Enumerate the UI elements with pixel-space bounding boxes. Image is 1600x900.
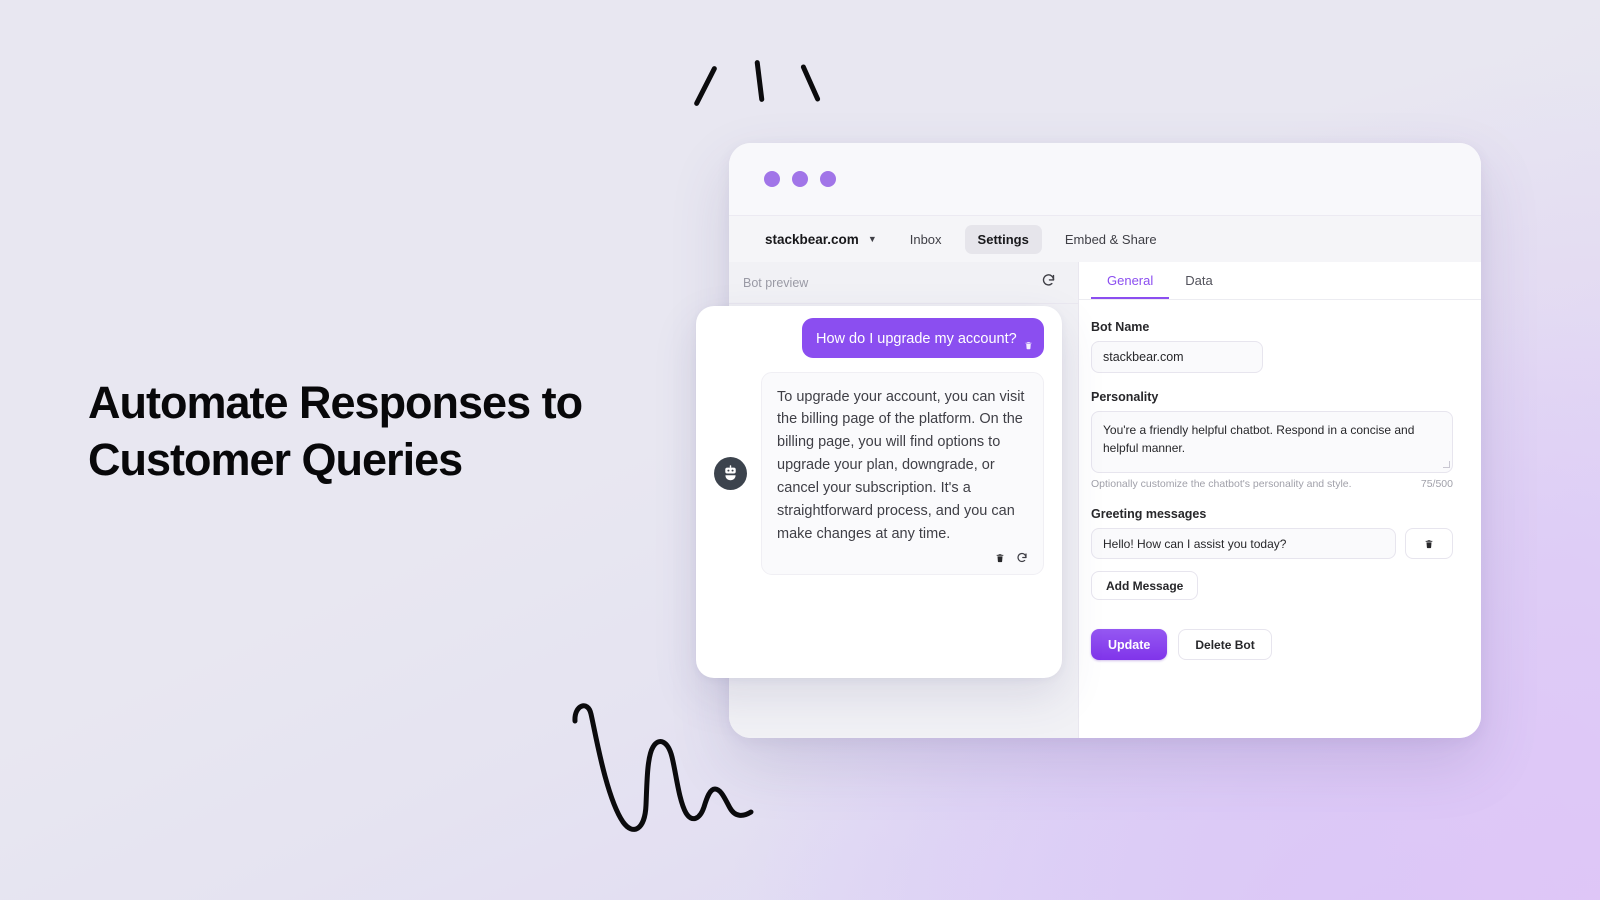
- bot-preview-title: Bot preview: [743, 275, 809, 290]
- character-counter: 75/500: [1420, 478, 1453, 490]
- trash-icon[interactable]: [1024, 340, 1033, 351]
- robot-icon: [725, 464, 736, 480]
- sparkle-stroke-icon: [800, 63, 821, 103]
- nav-item-settings[interactable]: Settings: [964, 224, 1042, 254]
- general-settings-form: Bot Name stackbear.com Personality You'r…: [1079, 300, 1481, 660]
- workspace-selector[interactable]: stackbear.com ▼: [755, 226, 887, 253]
- tab-general[interactable]: General: [1091, 262, 1170, 299]
- personality-label: Personality: [1091, 390, 1159, 404]
- delete-bot-button[interactable]: Delete Bot: [1178, 629, 1272, 660]
- greeting-messages-label: Greeting messages: [1091, 507, 1207, 521]
- avatar: [714, 456, 747, 490]
- settings-tabs: General Data: [1079, 262, 1481, 300]
- workspace-label: stackbear.com: [765, 231, 859, 247]
- tab-data[interactable]: Data: [1169, 262, 1228, 299]
- app-navbar: stackbear.com ▼ Inbox Settings Embed & S…: [729, 215, 1481, 262]
- refresh-icon[interactable]: [1016, 552, 1028, 564]
- bot-message-row: To upgrade your account, you can visit t…: [714, 371, 1044, 575]
- window-dot-maximize[interactable]: [820, 171, 836, 187]
- page-title: Automate Responses to Customer Queries: [88, 377, 583, 486]
- trash-icon: [1425, 539, 1433, 548]
- bot-preview-header: Bot preview: [729, 262, 1078, 304]
- personality-textarea[interactable]: You're a friendly helpful chatbot. Respo…: [1091, 411, 1453, 473]
- chat-preview-card: How do I upgrade my account? To upgrade …: [696, 306, 1062, 678]
- bot-name-input[interactable]: stackbear.com: [1091, 341, 1263, 373]
- bot-message-bubble: To upgrade your account, you can visit t…: [761, 371, 1044, 575]
- sparkle-stroke-icon: [754, 59, 765, 103]
- sparkle-stroke-icon: [693, 65, 718, 107]
- personality-hint-row: Optionally customize the chatbot's perso…: [1091, 478, 1453, 490]
- form-actions: Update Delete Bot: [1091, 629, 1455, 660]
- update-button[interactable]: Update: [1091, 629, 1168, 660]
- bot-message-actions: [777, 552, 1028, 564]
- user-message-bubble: How do I upgrade my account?: [802, 318, 1044, 358]
- greeting-message-input[interactable]: Hello! How can I assist you today?: [1091, 528, 1396, 559]
- user-message-text: How do I upgrade my account?: [816, 331, 1017, 347]
- delete-greeting-button[interactable]: [1405, 528, 1453, 559]
- hero-banner: Automate Responses to Customer Queries s…: [0, 0, 1600, 900]
- trash-icon[interactable]: [995, 552, 1005, 564]
- settings-panel: General Data Bot Name stackbear.com Pers…: [1079, 262, 1481, 738]
- bot-message-text: To upgrade your account, you can visit t…: [777, 388, 1025, 542]
- nav-item-inbox[interactable]: Inbox: [897, 225, 955, 254]
- window-dot-minimize[interactable]: [792, 171, 808, 187]
- window-dot-close[interactable]: [764, 171, 780, 187]
- chevron-down-icon: ▼: [867, 233, 877, 244]
- refresh-icon[interactable]: [1041, 273, 1056, 293]
- nav-item-embed-share[interactable]: Embed & Share: [1052, 225, 1170, 254]
- personality-hint: Optionally customize the chatbot's perso…: [1091, 478, 1352, 490]
- add-message-button[interactable]: Add Message: [1091, 571, 1199, 600]
- greeting-message-row: Hello! How can I assist you today?: [1091, 528, 1455, 559]
- bot-name-label: Bot Name: [1091, 320, 1150, 334]
- window-titlebar: [729, 143, 1481, 215]
- resize-handle[interactable]: [1443, 461, 1450, 468]
